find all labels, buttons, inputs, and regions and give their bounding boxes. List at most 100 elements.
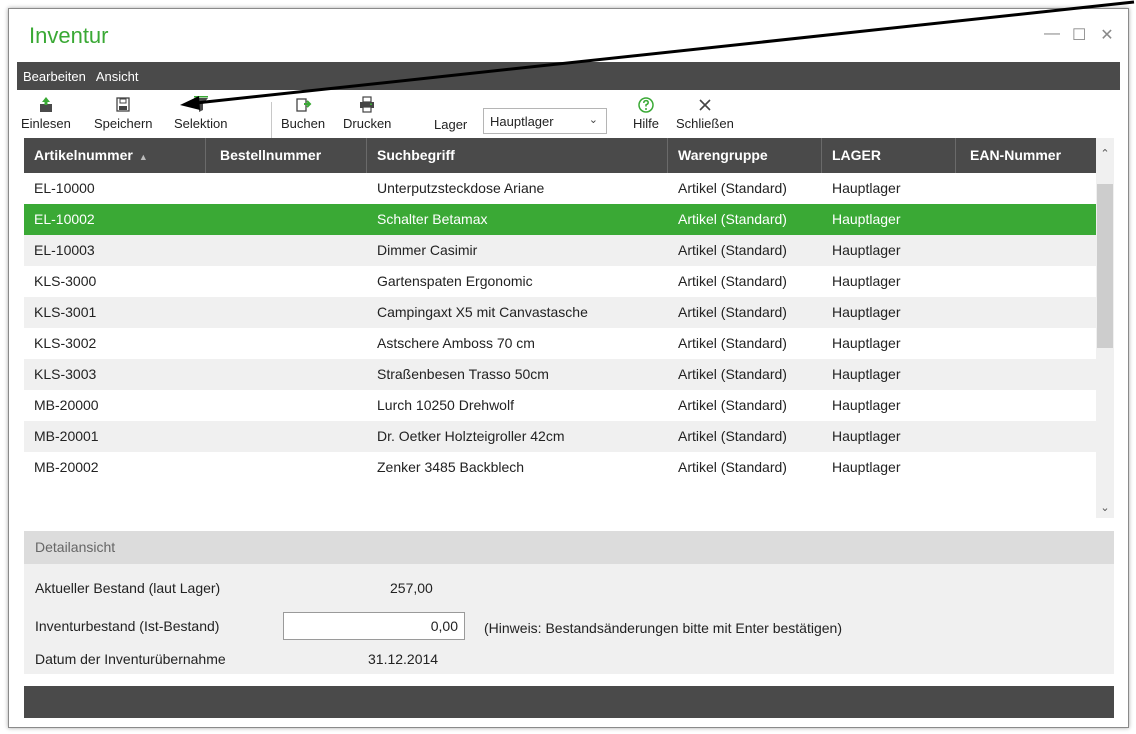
cell-artikelnummer: KLS-3001 — [34, 304, 97, 320]
cell-warengruppe: Artikel (Standard) — [678, 273, 787, 289]
date-label: Datum der Inventurübernahme — [35, 651, 226, 667]
menu-bar: Bearbeiten Ansicht — [17, 62, 1120, 90]
col-suchbegriff-label: Suchbegriff — [377, 147, 455, 163]
cell-suchbegriff: Astschere Amboss 70 cm — [377, 335, 535, 351]
table-row[interactable]: MB-20002 Zenker 3485 Backblech Artikel (… — [24, 452, 1096, 483]
col-lager-label: LAGER — [832, 147, 881, 163]
scroll-up-icon[interactable]: ⌃ — [1096, 144, 1114, 164]
cell-artikelnummer: KLS-3000 — [34, 273, 97, 289]
selektion-label: Selektion — [174, 116, 228, 131]
cell-lager: Hauptlager — [832, 211, 901, 227]
cell-lager: Hauptlager — [832, 366, 901, 382]
status-bar — [24, 686, 1114, 718]
hilfe-button[interactable]: Hilfe — [633, 96, 659, 131]
cell-lager: Hauptlager — [832, 335, 901, 351]
cell-lager: Hauptlager — [832, 397, 901, 413]
speichern-label: Speichern — [94, 116, 153, 131]
cell-artikelnummer: MB-20002 — [34, 459, 99, 475]
col-ean[interactable]: EAN-Nummer — [956, 138, 1096, 173]
minimize-icon[interactable]: — — [1044, 25, 1060, 45]
help-icon — [638, 97, 654, 113]
cell-suchbegriff: Dimmer Casimir — [377, 242, 478, 258]
date-value: 31.12.2014 — [368, 651, 439, 667]
drucken-label: Drucken — [343, 116, 392, 131]
table-row[interactable]: MB-20000 Lurch 10250 Drehwolf Artikel (S… — [24, 390, 1096, 421]
print-icon — [360, 96, 375, 113]
table-row[interactable]: EL-10000 Unterputzsteckdose Ariane Artik… — [24, 173, 1096, 204]
table-row[interactable]: KLS-3002 Astschere Amboss 70 cm Artikel … — [24, 328, 1096, 359]
table-row[interactable]: KLS-3003 Straßenbesen Trasso 50cm Artike… — [24, 359, 1096, 390]
close-icon[interactable]: ✕ — [1100, 25, 1114, 45]
speichern-button[interactable]: Speichern — [94, 96, 153, 131]
col-bestellnummer[interactable]: Bestellnummer — [206, 138, 367, 173]
toolbar-separator — [271, 102, 272, 140]
cell-artikelnummer: MB-20000 — [34, 397, 99, 413]
table-row[interactable]: EL-10003 Dimmer Casimir Artikel (Standar… — [24, 235, 1096, 266]
buchen-button[interactable]: Buchen — [281, 96, 325, 131]
cell-suchbegriff: Gartenspaten Ergonomic — [377, 273, 533, 289]
cell-artikelnummer: EL-10003 — [34, 242, 95, 258]
window-title: Inventur — [29, 23, 109, 48]
einlesen-label: Einlesen — [21, 116, 71, 131]
lager-select-value: Hauptlager — [490, 113, 554, 129]
cell-warengruppe: Artikel (Standard) — [678, 335, 787, 351]
article-table: Artikelnummer ▲ Bestellnummer Suchbegriff… — [24, 138, 1114, 518]
cell-warengruppe: Artikel (Standard) — [678, 459, 787, 475]
cell-artikelnummer: EL-10000 — [34, 180, 95, 196]
cell-artikelnummer: EL-10002 — [34, 211, 95, 227]
cell-lager: Hauptlager — [832, 304, 901, 320]
table-header: Artikelnummer ▲ Bestellnummer Suchbegriff… — [24, 138, 1096, 173]
chevron-down-icon: ⌄ — [588, 114, 598, 126]
book-icon — [296, 98, 312, 112]
schliessen-label: Schließen — [676, 116, 734, 131]
current-stock-label: Aktueller Bestand (laut Lager) — [35, 580, 221, 596]
lager-select[interactable]: Hauptlager ⌄ — [483, 108, 607, 134]
table-row[interactable]: KLS-3001 Campingaxt X5 mit Canvastasche … — [24, 297, 1096, 328]
cell-warengruppe: Artikel (Standard) — [678, 180, 787, 196]
current-stock-value: 257,00 — [390, 580, 433, 596]
cell-suchbegriff: Lurch 10250 Drehwolf — [377, 397, 514, 413]
schliessen-button[interactable]: Schließen — [676, 96, 734, 131]
detail-panel: Aktueller Bestand (laut Lager) 257,00 In… — [24, 564, 1114, 674]
save-icon — [116, 97, 130, 112]
maximize-icon[interactable]: ☐ — [1072, 25, 1086, 45]
cell-suchbegriff: Unterputzsteckdose Ariane — [377, 180, 545, 196]
table-row[interactable]: KLS-3000 Gartenspaten Ergonomic Artikel … — [24, 266, 1096, 297]
cell-warengruppe: Artikel (Standard) — [678, 211, 787, 227]
cell-warengruppe: Artikel (Standard) — [678, 366, 787, 382]
col-ean-label: EAN-Nummer — [970, 147, 1062, 163]
menu-ansicht[interactable]: Ansicht — [91, 69, 144, 84]
scroll-down-icon[interactable]: ⌄ — [1096, 498, 1114, 518]
col-warengruppe[interactable]: Warengruppe — [668, 138, 822, 173]
einlesen-button[interactable]: Einlesen — [21, 96, 71, 131]
col-warengruppe-label: Warengruppe — [678, 147, 768, 163]
col-lager[interactable]: LAGER — [822, 138, 956, 173]
cell-suchbegriff: Schalter Betamax — [377, 211, 488, 227]
menu-bearbeiten[interactable]: Bearbeiten — [17, 69, 91, 84]
selektion-button[interactable]: Selektion — [174, 96, 227, 131]
inventory-stock-input[interactable]: 0,00 — [283, 612, 465, 640]
table-row[interactable]: MB-20001 Dr. Oetker Holzteigroller 42cm … — [24, 421, 1096, 452]
drucken-button[interactable]: Drucken — [343, 96, 391, 131]
col-artikelnummer[interactable]: Artikelnummer ▲ — [24, 138, 206, 173]
enter-hint: (Hinweis: Bestandsänderungen bitte mit E… — [484, 620, 842, 636]
import-icon — [39, 97, 52, 112]
buchen-label: Buchen — [281, 116, 326, 131]
cell-artikelnummer: KLS-3003 — [34, 366, 97, 382]
scrollbar-thumb[interactable] — [1097, 184, 1113, 348]
close-x-icon — [699, 99, 711, 111]
hilfe-label: Hilfe — [633, 116, 660, 131]
cell-warengruppe: Artikel (Standard) — [678, 242, 787, 258]
cell-artikelnummer: KLS-3002 — [34, 335, 97, 351]
table-row-selected[interactable]: EL-10002 Schalter Betamax Artikel (Stand… — [24, 204, 1096, 235]
cell-suchbegriff: Straßenbesen Trasso 50cm — [377, 366, 549, 382]
title-bar: Inventur — ☐ ✕ — [9, 9, 1128, 57]
col-suchbegriff[interactable]: Suchbegriff — [367, 138, 668, 173]
col-artikelnummer-label: Artikelnummer — [34, 147, 133, 163]
cell-suchbegriff: Dr. Oetker Holzteigroller 42cm — [377, 428, 565, 444]
lager-label: Lager — [434, 117, 468, 132]
cell-warengruppe: Artikel (Standard) — [678, 304, 787, 320]
sort-ascending-icon: ▲ — [138, 152, 148, 162]
vertical-scrollbar[interactable]: ⌃ ⌄ — [1096, 138, 1114, 518]
window-controls: — ☐ ✕ — [1044, 25, 1114, 45]
